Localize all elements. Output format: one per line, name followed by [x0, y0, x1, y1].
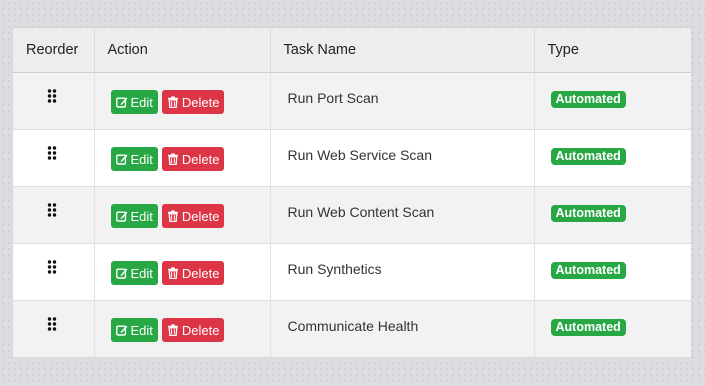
delete-button[interactable]: Delete	[161, 90, 225, 114]
type-cell: Automated	[534, 72, 691, 130]
task-name-cell: Run Port Scan	[270, 72, 535, 130]
action-cell: Edit Delete	[94, 243, 271, 301]
action-cell: Edit Delete	[94, 72, 271, 130]
delete-button-label: Delete	[181, 322, 220, 338]
grip-vertical-icon[interactable]	[47, 146, 57, 160]
type-cell: Automated	[534, 129, 691, 187]
column-header-action: Action	[94, 28, 271, 73]
delete-button-label: Delete	[181, 151, 220, 167]
column-header-reorder: Reorder	[13, 28, 95, 73]
type-cell: Automated	[534, 300, 691, 357]
task-name: Run Web Service Scan	[287, 147, 432, 163]
edit-button-label: Edit	[130, 265, 153, 281]
trash-icon	[167, 267, 178, 279]
table-row: Edit Delete Run Web Content Scan Automat…	[13, 186, 691, 244]
delete-button[interactable]: Delete	[161, 204, 225, 228]
type-cell: Automated	[534, 186, 691, 244]
task-name-cell: Run Synthetics	[270, 243, 535, 301]
edit-icon	[115, 97, 127, 108]
delete-button-label: Delete	[181, 94, 220, 110]
delete-button[interactable]: Delete	[161, 261, 225, 285]
task-name: Run Synthetics	[287, 261, 382, 277]
delete-button-label: Delete	[181, 265, 220, 281]
grip-vertical-icon[interactable]	[47, 317, 57, 331]
edit-button[interactable]: Edit	[110, 90, 158, 114]
edit-icon	[115, 325, 127, 336]
action-cell: Edit Delete	[94, 129, 271, 187]
table-row: Edit Delete Run Web Service Scan Automat…	[13, 129, 691, 187]
action-cell: Edit Delete	[94, 300, 271, 357]
reorder-cell	[13, 300, 95, 357]
reorder-cell	[13, 186, 95, 244]
type-badge: Automated	[550, 262, 626, 279]
grip-vertical-icon[interactable]	[47, 203, 57, 217]
edit-button[interactable]: Edit	[110, 204, 158, 228]
task-name: Communicate Health	[287, 318, 419, 334]
task-name-cell: Run Web Service Scan	[270, 129, 535, 187]
delete-button-label: Delete	[181, 208, 220, 224]
reorder-cell	[13, 72, 95, 130]
task-name: Run Web Content Scan	[287, 204, 435, 220]
tasks-table: Reorder Action Task Name Type Edit Delet…	[13, 28, 691, 357]
task-name-cell: Run Web Content Scan	[270, 186, 535, 244]
trash-icon	[167, 324, 178, 336]
type-badge: Automated	[550, 205, 626, 222]
type-badge: Automated	[550, 148, 626, 165]
column-header-type: Type	[534, 28, 691, 73]
edit-icon	[115, 154, 127, 165]
task-name-cell: Communicate Health	[270, 300, 535, 357]
edit-button-label: Edit	[130, 322, 153, 338]
grip-vertical-icon[interactable]	[47, 89, 57, 103]
delete-button[interactable]: Delete	[161, 318, 225, 342]
grip-vertical-icon[interactable]	[47, 260, 57, 274]
table-header-row: Reorder Action Task Name Type	[13, 28, 691, 73]
edit-button-label: Edit	[130, 94, 153, 110]
edit-button-label: Edit	[130, 151, 153, 167]
edit-button-label: Edit	[130, 208, 153, 224]
table-row: Edit Delete Communicate Health Automated	[13, 300, 691, 357]
reorder-cell	[13, 129, 95, 187]
tasks-table-container: Reorder Action Task Name Type Edit Delet…	[12, 27, 692, 358]
edit-button[interactable]: Edit	[110, 147, 158, 171]
table-row: Edit Delete Run Port Scan Automated	[13, 72, 691, 130]
type-badge: Automated	[550, 91, 626, 108]
edit-button[interactable]: Edit	[110, 261, 158, 285]
trash-icon	[167, 96, 178, 108]
edit-button[interactable]: Edit	[110, 318, 158, 342]
trash-icon	[167, 153, 178, 165]
delete-button[interactable]: Delete	[161, 147, 225, 171]
type-cell: Automated	[534, 243, 691, 301]
table-row: Edit Delete Run Synthetics Automated	[13, 243, 691, 301]
action-cell: Edit Delete	[94, 186, 271, 244]
edit-icon	[115, 268, 127, 279]
trash-icon	[167, 210, 178, 222]
edit-icon	[115, 211, 127, 222]
type-badge: Automated	[550, 319, 626, 336]
reorder-cell	[13, 243, 95, 301]
task-name: Run Port Scan	[287, 90, 379, 106]
column-header-task-name: Task Name	[270, 28, 535, 73]
